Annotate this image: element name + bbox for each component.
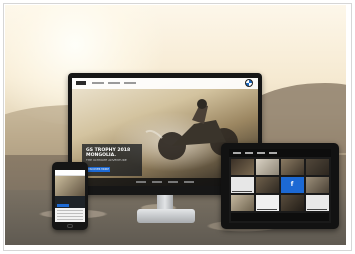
tile-text <box>232 190 252 192</box>
facebook-icon[interactable]: f <box>289 182 295 188</box>
content-tile[interactable] <box>306 195 329 211</box>
nav-item[interactable] <box>269 152 277 154</box>
nav-item[interactable] <box>245 152 253 154</box>
tile-text <box>307 208 327 210</box>
content-tile[interactable] <box>231 177 254 193</box>
bottom-nav-item[interactable] <box>184 181 194 183</box>
content-tile[interactable] <box>256 159 279 175</box>
bottom-nav-item[interactable] <box>152 181 162 183</box>
content-tile[interactable] <box>231 159 254 175</box>
smartphone-device <box>52 162 88 230</box>
nav-item[interactable] <box>108 82 120 84</box>
tile-text <box>257 208 277 210</box>
content-tile[interactable] <box>256 195 279 211</box>
tablet-nav <box>229 149 331 157</box>
phone-hero-card <box>55 196 85 208</box>
hero-card: GS TROPHY 2018 MONGOLIA. THE ULTIMATE AD… <box>82 144 142 176</box>
nav-item[interactable] <box>257 152 265 154</box>
content-tile[interactable] <box>256 177 279 193</box>
bmw-logo-icon[interactable] <box>245 79 253 87</box>
hero-subtitle: THE ULTIMATE ADVENTURE <box>86 158 127 162</box>
discover-more-button[interactable]: DISCOVER MORE <box>86 167 110 172</box>
nav-item[interactable] <box>92 82 104 84</box>
content-tile[interactable] <box>281 195 304 211</box>
nav-item[interactable] <box>124 82 136 84</box>
site-logo[interactable] <box>76 81 86 85</box>
phone-cta-button[interactable] <box>57 204 69 207</box>
tablet-footer <box>231 213 329 221</box>
content-tile[interactable] <box>306 177 329 193</box>
content-tile[interactable] <box>281 159 304 175</box>
hero-title: GS TROPHY 2018 MONGOLIA. <box>86 148 131 158</box>
nav-item[interactable] <box>233 152 241 154</box>
home-button[interactable] <box>67 224 73 228</box>
phone-text-lines <box>57 210 83 220</box>
site-nav <box>92 82 136 84</box>
monitor-stand-base <box>137 209 195 223</box>
content-tile[interactable] <box>231 195 254 211</box>
bottom-nav-item[interactable] <box>136 181 146 183</box>
site-header <box>72 78 258 89</box>
bottom-nav-item[interactable] <box>168 181 178 183</box>
phone-screen <box>55 170 85 222</box>
phone-hero-image <box>55 176 85 196</box>
tablet-device: f <box>221 143 339 229</box>
landscape-scene: GS TROPHY 2018 MONGOLIA. THE ULTIMATE AD… <box>5 5 346 245</box>
content-tile[interactable] <box>306 159 329 175</box>
tablet-screen: f <box>229 149 331 223</box>
